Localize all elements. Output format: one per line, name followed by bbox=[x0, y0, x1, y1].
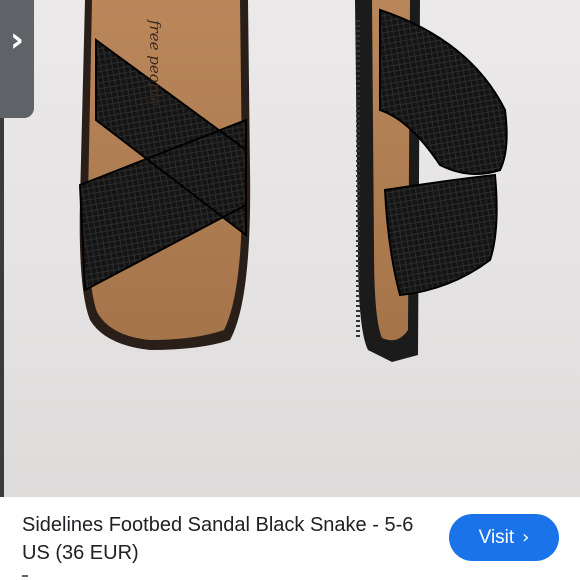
product-caption: Sidelines Footbed Sandal Black Snake - 5… bbox=[0, 497, 580, 580]
chevron-right-icon: › bbox=[522, 527, 530, 548]
product-image[interactable]: free people › bbox=[0, 0, 580, 497]
divider-mark bbox=[22, 575, 28, 577]
visit-button[interactable]: Visit › bbox=[449, 514, 559, 561]
chevron-right-icon: › bbox=[9, 20, 24, 60]
brand-logo: free people bbox=[146, 19, 164, 106]
previous-image-button[interactable]: › bbox=[0, 0, 34, 118]
visit-button-label: Visit bbox=[478, 526, 515, 548]
right-sandal-illustration bbox=[355, 0, 508, 362]
product-title[interactable]: Sidelines Footbed Sandal Black Snake - 5… bbox=[22, 511, 432, 567]
left-sandal-illustration: free people bbox=[78, 0, 251, 350]
